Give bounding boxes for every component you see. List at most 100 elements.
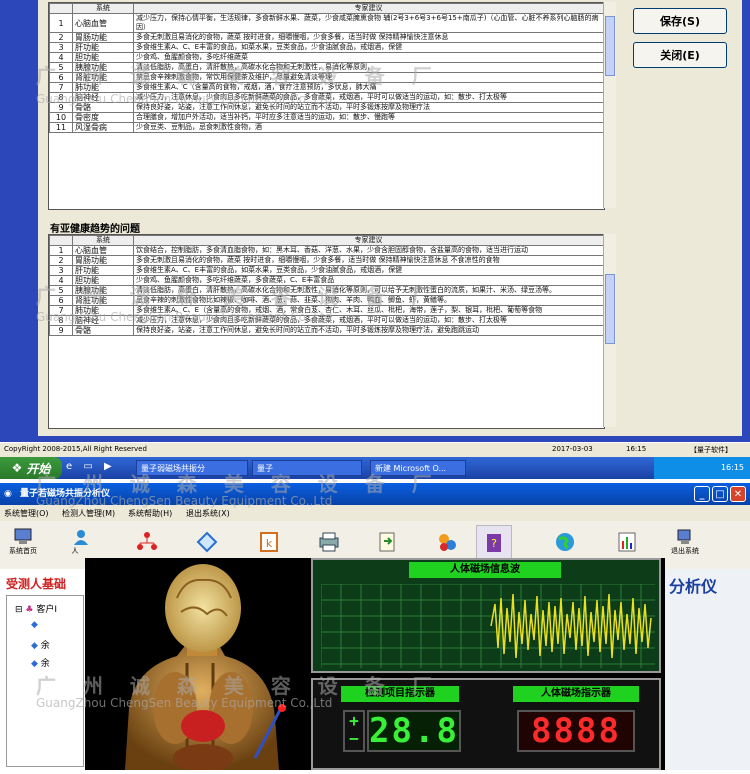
print-button[interactable] bbox=[312, 525, 346, 559]
row-advice: 保持良好姿，站姿，注意工作间休息，避免长时间的站立而不活动，平时多锻炼按摩及物理… bbox=[133, 325, 604, 336]
folder-icon[interactable]: ▭ bbox=[83, 461, 92, 472]
table-row[interactable]: 6 肾脏功能 忌食辛辣的刺激性食物比如辣椒、咖啡、酒、葱、蒜、韭菜、狗肉、羊肉、鸭血… bbox=[49, 295, 604, 306]
globe-icon bbox=[556, 533, 574, 551]
task-folder[interactable]: 量子 bbox=[252, 460, 362, 476]
maximize-button[interactable]: □ bbox=[712, 486, 728, 502]
col-no bbox=[49, 3, 73, 14]
table-row[interactable]: 4 胆功能 少食鸡、鱼腥颜食物，多吃纤维蔬菜 bbox=[49, 52, 604, 63]
scroll-thumb[interactable] bbox=[605, 274, 615, 344]
right-panel-title: 分析仪 bbox=[669, 577, 718, 596]
export-button[interactable] bbox=[370, 525, 404, 559]
sign-indicator: + − bbox=[343, 710, 365, 752]
row-system: 骨骼 bbox=[72, 102, 134, 113]
k-button[interactable]: k bbox=[252, 525, 286, 559]
chart-button[interactable] bbox=[430, 525, 464, 559]
node-icon: ◆ bbox=[31, 659, 38, 669]
waveform-display: 人体磁场信息波 bbox=[311, 558, 661, 673]
row-number: 7 bbox=[49, 82, 73, 93]
table-row[interactable]: 5 胰腺功能 清淡低脂肪，高蛋白，清肝散热，高碳水化合物和无刺激性，易消化等原则，可… bbox=[49, 285, 604, 296]
row-system: 骨骼 bbox=[72, 325, 134, 336]
table-row[interactable]: 1 心脑血管 减少压力，保持心情平衡，生活规律，多食新鲜水果、蔬菜，少食咸菜腌熏食物… bbox=[49, 13, 604, 33]
tree-node[interactable]: ◆ 余 bbox=[31, 638, 50, 651]
row-system: 风湿骨病 bbox=[72, 122, 134, 133]
right-panel: 分析仪 bbox=[665, 569, 750, 770]
row-number: 2 bbox=[49, 32, 73, 43]
left-panel-title: 受测人基础 bbox=[6, 577, 67, 591]
menu-exit[interactable]: 退出系统(X) bbox=[186, 508, 230, 519]
close-window-button[interactable]: ✕ bbox=[730, 486, 746, 502]
table-row[interactable]: 9 骨骼 保持良好姿，站姿，注意工作间休息，避免长时间的站立而不活动，平时多锻炼按摩… bbox=[49, 325, 604, 336]
row-number: 4 bbox=[49, 275, 73, 286]
table-row[interactable]: 2 胃肠功能 多食无刺激且易消化的食物，蔬菜 按时进食，细嚼慢咽，少食多餐，适当时做… bbox=[49, 32, 604, 43]
globe-button[interactable] bbox=[548, 525, 582, 559]
row-number: 4 bbox=[49, 52, 73, 63]
scroll-thumb[interactable] bbox=[605, 16, 615, 76]
exit-system-button[interactable]: 退出系统 bbox=[668, 525, 702, 559]
tray-clock: 16:15 bbox=[720, 463, 744, 472]
help-book-button[interactable]: ? bbox=[476, 525, 512, 561]
row-advice: 多食维生素A、C、E丰富的食品，如菜水果，豆类食品，少食油腻食品，戒烟酒，保健 bbox=[133, 265, 604, 276]
person-button[interactable]: 人 bbox=[64, 525, 98, 559]
diamond-icon bbox=[196, 531, 218, 553]
tree-node[interactable]: ◆ bbox=[31, 620, 38, 630]
row-system: 心脑血管 bbox=[72, 245, 134, 256]
table-row[interactable]: 4 胆功能 少食鸡、鱼腥颜食物，多吃纤维蔬菜，多食蔬菜，C、E丰富食品 bbox=[49, 275, 604, 286]
row-advice: 减少压力，保持心情平衡，生活规律，多食新鲜水果、蔬菜，少食咸菜腌熏食物 辅(2号… bbox=[133, 13, 604, 33]
tree-root[interactable]: ⊟ ♣ 客户I bbox=[15, 602, 57, 615]
table-row[interactable]: 3 肝功能 多食维生素A、C、E丰富的食品，如菜水果，豆类食品，少食油腻食品，戒烟酒… bbox=[49, 42, 604, 53]
left-panel: 受测人基础 ⊟ ♣ 客户I ◆ ◆ 余 ◆ 余 bbox=[0, 569, 85, 770]
table-row[interactable]: 9 骨骼 保持良好姿，站姿，注意工作间休息，避免长时间的站立而不活动，平时多锻炼按摩… bbox=[49, 102, 604, 113]
ie-icon[interactable]: e bbox=[66, 461, 72, 472]
media-icon[interactable]: ▶ bbox=[104, 461, 112, 472]
table-row[interactable]: 7 肺功能 多食维生素A、C（含量高的食物，戒烟，酒，食疗注意预防，多伏息，肺大痛 bbox=[49, 82, 604, 93]
body-figure bbox=[85, 558, 307, 772]
minus-sign: − bbox=[349, 729, 359, 748]
table-row[interactable]: 8 脑神经 减少压力，注意休息，少食肉且多吃新鲜蔬菜的食品，多食蔬菜，戒烟酒，平时可… bbox=[49, 92, 604, 103]
table-row[interactable]: 2 胃肠功能 多食无刺激且易消化的食物，蔬菜 按时进食，细嚼慢咽，少食多餐，适当时做… bbox=[49, 255, 604, 266]
save-button[interactable]: 保存(S) bbox=[633, 8, 727, 34]
indicator-panel: 检测项目指示器 人体磁场指示器 + − 28.8 8888 bbox=[311, 678, 661, 770]
task-word[interactable]: 新建 Microsoft O... bbox=[370, 460, 466, 476]
exit-icon bbox=[677, 529, 691, 544]
close-button[interactable]: 关闭(E) bbox=[633, 42, 727, 68]
home-button[interactable]: 系统首页 bbox=[6, 525, 40, 559]
org-button[interactable] bbox=[130, 525, 164, 559]
bar-chart-button[interactable] bbox=[610, 525, 644, 559]
minimize-button[interactable]: _ bbox=[694, 486, 710, 502]
row-advice: 饮食结合，控制脂肪，多食清血脂食物，如：黑木耳、香菇、洋葱、水果，少食含胆固醇食… bbox=[133, 245, 604, 256]
row-advice: 合理膳食，增加户外活动，适当补钙，平时应多注意适当的运动，如：散步、慢跑等 bbox=[133, 112, 604, 123]
trend-scrollbar[interactable] bbox=[603, 234, 616, 427]
tree-node[interactable]: ◆ 余 bbox=[31, 656, 50, 669]
menu-help[interactable]: 系统帮助(H) bbox=[128, 508, 172, 519]
problems-scrollbar[interactable] bbox=[603, 2, 616, 208]
row-number: 6 bbox=[49, 72, 73, 83]
row-advice: 保持良好姿，站姿，注意工作间休息，避免长时间的站立而不活动，平时多锻炼按摩及物理… bbox=[133, 102, 604, 113]
problems-table: 系统 专家建议 1 心脑血管 减少压力，保持心情平衡，生活规律，多食新鲜水果、蔬菜，… bbox=[48, 2, 605, 210]
group2-title: 有亚健康趋势的问题 bbox=[50, 224, 140, 235]
table-row[interactable]: 6 肾脏功能 禁忌食辛辣刺激食物，常饮用保健茶及维护，尽量避免清淡等理 bbox=[49, 72, 604, 83]
table-row[interactable]: 8 脑神经 减少压力，注意休息，少食肉且多吃新鲜蔬菜的食品，多食蔬菜，戒烟酒，平时可… bbox=[49, 315, 604, 326]
row-system: 肝功能 bbox=[72, 265, 134, 276]
task-quantum-app[interactable]: 量子弱磁场共振分 bbox=[136, 460, 248, 476]
table-row[interactable]: 3 肝功能 多食维生素A、C、E丰富的食品，如菜水果，豆类食品，少食油腻食品，戒烟酒… bbox=[49, 265, 604, 276]
col-no bbox=[49, 235, 73, 246]
status-vendor: 【量子软件】 bbox=[690, 446, 732, 454]
table-row[interactable]: 1 心脑血管 饮食结合，控制脂肪，多食清血脂食物，如：黑木耳、香菇、洋葱、水果，少食… bbox=[49, 245, 604, 256]
menu-system[interactable]: 系统管理(O) bbox=[4, 508, 49, 519]
svg-text:?: ? bbox=[491, 537, 497, 550]
row-advice: 禁忌食辛辣刺激食物，常饮用保健茶及维护，尽量避免清淡等理 bbox=[133, 72, 604, 83]
menu-person[interactable]: 检测人管理(M) bbox=[62, 508, 115, 519]
diamond-button[interactable] bbox=[190, 525, 224, 559]
col-advice: 专家建议 bbox=[133, 3, 604, 14]
row-advice: 减少压力，注意休息，少食肉且多吃新鲜蔬菜的食品，多食蔬菜，戒烟酒，平时可以做适当… bbox=[133, 315, 604, 326]
bar-chart-icon bbox=[618, 532, 636, 552]
row-number: 6 bbox=[49, 295, 73, 306]
table-row[interactable]: 10 骨密度 合理膳食，增加户外活动，适当补钙，平时应多注意适当的运动，如：散步、慢… bbox=[49, 112, 604, 123]
table-row[interactable]: 7 肺功能 多食维生素A、C、E（含量高的食物，戒烟、酒，常食白芨、杏仁、木耳、丝瓜… bbox=[49, 305, 604, 316]
start-button[interactable]: ❖ 开始 bbox=[0, 457, 62, 479]
row-number: 5 bbox=[49, 62, 73, 73]
row-number: 3 bbox=[49, 42, 73, 53]
table-row[interactable]: 11 风湿骨病 少食豆类、豆制品，忌食刺激性食物，酒 bbox=[49, 122, 604, 133]
expand-icon[interactable]: ⊟ bbox=[15, 605, 23, 615]
table-row[interactable]: 5 胰腺功能 清淡低脂肪，高蛋白，清肝散热，高碳水化合物和无刺激性，易消化等原则， bbox=[49, 62, 604, 73]
